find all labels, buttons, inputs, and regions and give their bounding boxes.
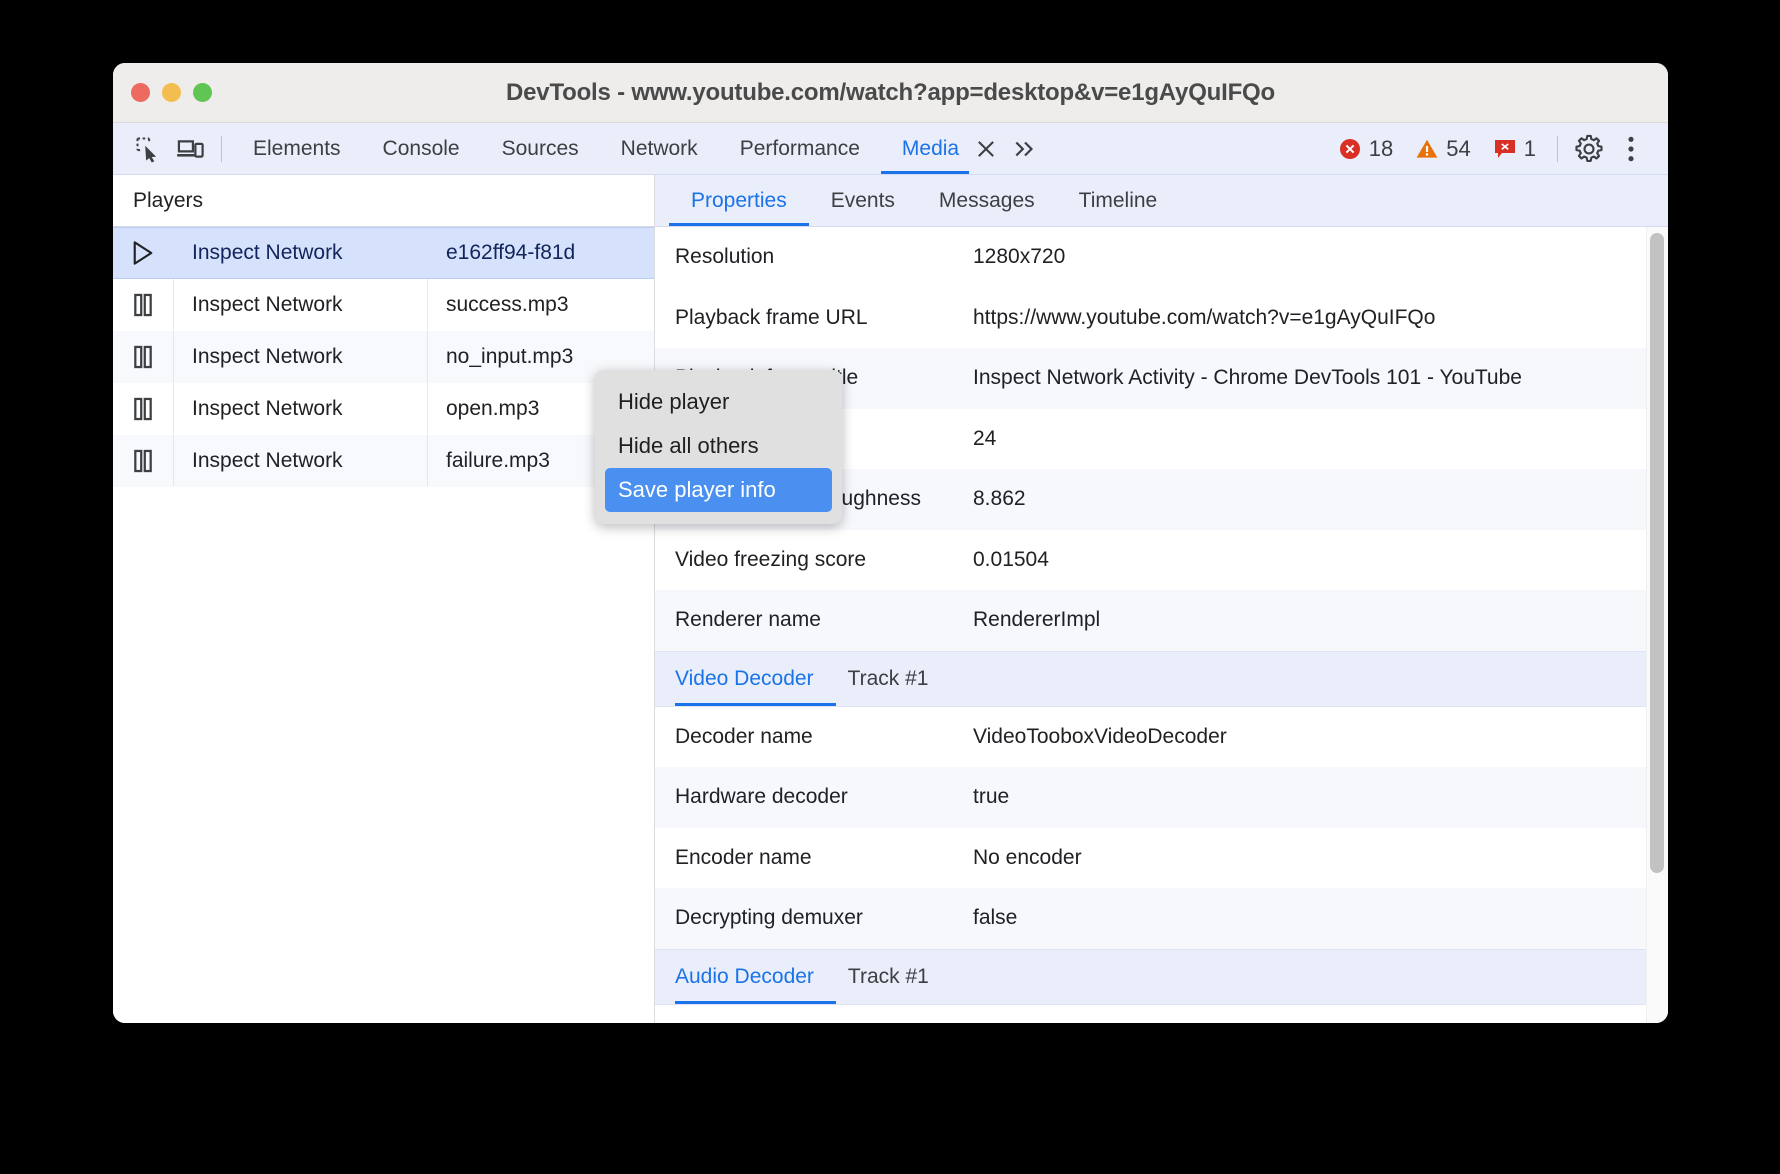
property-row: Decoder name VideoTooboxVideoDecoder bbox=[655, 707, 1668, 768]
tab-media[interactable]: Media bbox=[881, 123, 969, 174]
tab-timeline[interactable]: Timeline bbox=[1057, 175, 1180, 226]
tab-audio-decoder[interactable]: Audio Decoder bbox=[675, 950, 836, 1004]
property-value: 0.01504 bbox=[973, 547, 1049, 571]
property-row: Playback frame URL https://www.youtube.c… bbox=[655, 288, 1668, 349]
warning-count: 54 bbox=[1446, 135, 1471, 161]
property-key: Renderer name bbox=[675, 608, 821, 632]
property-value: 1280x720 bbox=[973, 245, 1066, 268]
menu-item-hide-all-others[interactable]: Hide all others bbox=[595, 424, 842, 468]
table-row[interactable]: Inspect Network success.mp3 bbox=[113, 279, 654, 331]
tab-audio-track[interactable]: Track #1 bbox=[836, 950, 947, 1004]
property-key: Decoder name bbox=[675, 724, 813, 748]
audio-decoder-bar: Audio Decoder Track #1 bbox=[655, 949, 1668, 1006]
property-value: https://www.youtube.com/watch?v=e1gAyQuI… bbox=[973, 305, 1436, 329]
property-row: Renderer name RendererImpl bbox=[655, 590, 1668, 651]
main-tab-list: Elements Console Sources Network Perform… bbox=[232, 123, 1047, 174]
property-value: Inspect Network Activity - Chrome DevToo… bbox=[973, 366, 1522, 390]
minimize-window-button[interactable] bbox=[162, 83, 181, 102]
issue-message-icon bbox=[1493, 138, 1517, 160]
maximize-window-button[interactable] bbox=[193, 83, 212, 102]
tab-video-decoder[interactable]: Video Decoder bbox=[675, 652, 836, 706]
error-circle-icon bbox=[1338, 137, 1362, 161]
table-row[interactable]: Inspect Network no_input.mp3 bbox=[113, 331, 654, 383]
toolbar-divider-right bbox=[1557, 135, 1558, 162]
inspect-element-icon[interactable] bbox=[127, 130, 169, 168]
error-counter[interactable]: 18 bbox=[1327, 136, 1404, 162]
menu-item-hide-player[interactable]: Hide player bbox=[595, 380, 842, 424]
property-row: Encoder name No encoder bbox=[655, 828, 1668, 889]
tab-properties[interactable]: Properties bbox=[669, 175, 809, 226]
tab-performance[interactable]: Performance bbox=[719, 123, 881, 174]
property-row: Decrypting demuxer false bbox=[655, 888, 1668, 950]
devtools-window: DevTools - www.youtube.com/watch?app=des… bbox=[113, 63, 1668, 1023]
pause-icon bbox=[113, 396, 173, 422]
pause-icon bbox=[113, 292, 173, 318]
issue-count: 1 bbox=[1523, 135, 1536, 161]
properties-scroll-area: Resolution 1280x720 Playback frame URL h… bbox=[655, 227, 1668, 1023]
tab-messages[interactable]: Messages bbox=[917, 175, 1057, 226]
property-value: 24 bbox=[973, 426, 997, 450]
property-row: Hardware decoder true bbox=[655, 767, 1668, 828]
players-header: Players bbox=[113, 175, 654, 227]
property-value: 8.862 bbox=[973, 487, 1026, 511]
property-key: Decrypting demuxer bbox=[675, 906, 863, 930]
close-icon[interactable] bbox=[969, 123, 1003, 174]
property-value: No encoder bbox=[973, 845, 1082, 869]
title-bar: DevTools - www.youtube.com/watch?app=des… bbox=[113, 63, 1668, 123]
media-panel: Players Inspect Network e162ff94-f81d In… bbox=[113, 175, 1668, 1023]
player-action[interactable]: Inspect Network bbox=[173, 228, 427, 278]
player-id: success.mp3 bbox=[427, 279, 654, 330]
tab-network[interactable]: Network bbox=[600, 123, 719, 174]
error-count: 18 bbox=[1368, 135, 1394, 161]
player-action[interactable]: Inspect Network bbox=[173, 331, 427, 382]
players-pane: Players Inspect Network e162ff94-f81d In… bbox=[113, 175, 655, 1023]
traffic-lights bbox=[113, 83, 212, 102]
tab-sources[interactable]: Sources bbox=[481, 123, 600, 174]
menu-item-save-player-info[interactable]: Save player info bbox=[605, 468, 832, 512]
gear-icon[interactable] bbox=[1568, 130, 1610, 168]
toolbar-divider bbox=[221, 135, 222, 162]
devtools-toolbar: Elements Console Sources Network Perform… bbox=[113, 123, 1668, 175]
issue-counter[interactable]: 1 bbox=[1482, 136, 1547, 162]
property-value: true bbox=[973, 785, 1010, 809]
property-row: Video freezing score 0.01504 bbox=[655, 530, 1668, 591]
video-decoder-bar: Video Decoder Track #1 bbox=[655, 650, 1668, 707]
property-value: VideoTooboxVideoDecoder bbox=[973, 724, 1227, 748]
player-action[interactable]: Inspect Network bbox=[173, 435, 427, 486]
property-key: Hardware decoder bbox=[675, 785, 848, 809]
property-key: Playback frame URL bbox=[675, 305, 868, 329]
device-toolbar-icon[interactable] bbox=[169, 130, 211, 168]
property-key: Resolution bbox=[675, 245, 775, 268]
pause-icon bbox=[113, 448, 173, 474]
warning-triangle-icon bbox=[1415, 137, 1439, 161]
window-title: DevTools - www.youtube.com/watch?app=des… bbox=[506, 78, 1275, 106]
tab-elements[interactable]: Elements bbox=[232, 123, 362, 174]
player-action[interactable]: Inspect Network bbox=[173, 383, 427, 434]
toolbar-right-group: 18 54 1 bbox=[1327, 130, 1668, 168]
close-window-button[interactable] bbox=[131, 83, 150, 102]
player-id: e162ff94-f81d bbox=[446, 241, 576, 264]
vertical-scrollbar[interactable] bbox=[1650, 233, 1664, 873]
property-key: Encoder name bbox=[675, 845, 812, 869]
property-value: false bbox=[973, 906, 1018, 930]
properties-tab-bar: Properties Events Messages Timeline bbox=[655, 175, 1668, 227]
property-value: RendererImpl bbox=[973, 608, 1101, 632]
table-row[interactable]: Inspect Network open.mp3 bbox=[113, 383, 654, 435]
more-tabs-icon[interactable] bbox=[1003, 123, 1047, 174]
table-row[interactable]: Inspect Network failure.mp3 bbox=[113, 435, 654, 487]
pause-icon bbox=[113, 344, 173, 370]
vertical-dots-icon[interactable] bbox=[1610, 130, 1652, 168]
warning-counter[interactable]: 54 bbox=[1404, 136, 1481, 162]
tab-console[interactable]: Console bbox=[362, 123, 481, 174]
property-key: Video freezing score bbox=[675, 547, 867, 571]
scrollbar-thumb[interactable] bbox=[1650, 233, 1664, 873]
tab-video-track[interactable]: Track #1 bbox=[836, 652, 947, 706]
properties-pane: Properties Events Messages Timeline Reso… bbox=[655, 175, 1668, 1023]
player-action[interactable]: Inspect Network bbox=[173, 279, 427, 330]
table-row[interactable]: Inspect Network e162ff94-f81d bbox=[113, 227, 654, 279]
player-context-menu: Hide player Hide all others Save player … bbox=[595, 370, 842, 524]
property-row: Resolution 1280x720 bbox=[655, 227, 1668, 288]
play-icon bbox=[113, 240, 173, 266]
tab-events[interactable]: Events bbox=[809, 175, 917, 226]
